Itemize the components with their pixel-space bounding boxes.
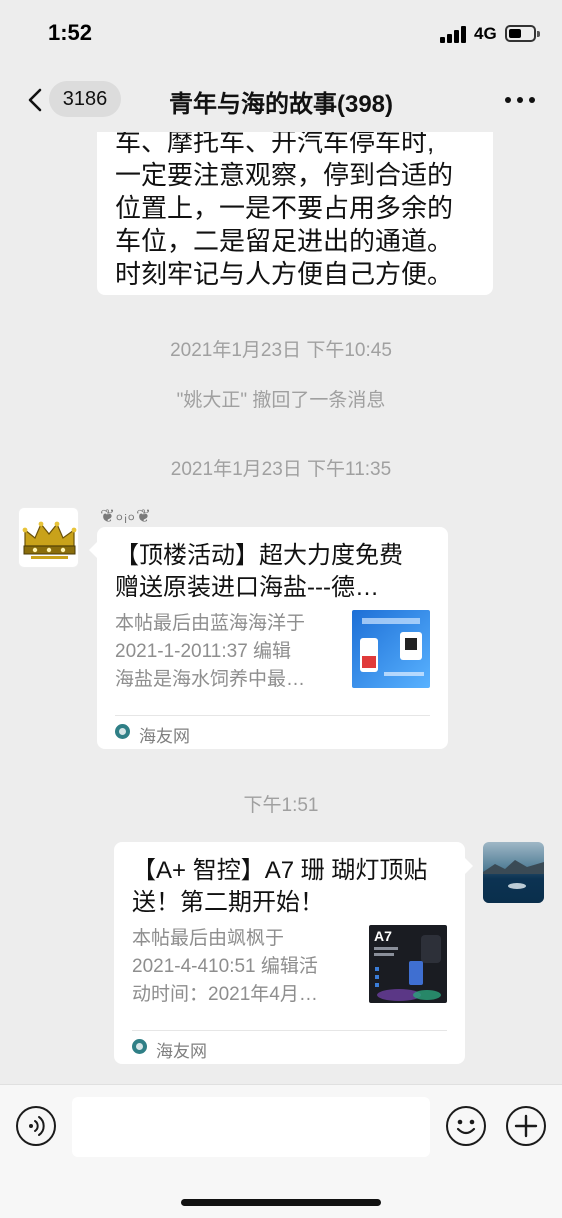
signal-icon bbox=[440, 25, 468, 43]
card-description: 动时间：2021年4月… bbox=[132, 984, 318, 1005]
emoji-icon[interactable] bbox=[446, 1106, 486, 1146]
message-input[interactable] bbox=[72, 1097, 430, 1157]
card-description: 本帖最后由蓝海海洋于 bbox=[115, 613, 306, 634]
voice-icon[interactable] bbox=[16, 1106, 56, 1146]
text-message-bubble[interactable]: 车、摩托车、开汽车停车时, 一定要注意观察，停到合适的 位置上，一是不要占用多余… bbox=[97, 132, 493, 295]
chat-message-list[interactable]: 车、摩托车、开汽车停车时, 一定要注意观察，停到合适的 位置上，一是不要占用多余… bbox=[0, 132, 562, 1084]
message-line: 一定要注意观察，停到合适的 bbox=[115, 160, 454, 190]
chat-title: 青年与海的故事(398) bbox=[168, 91, 394, 118]
timestamp: 2021年1月23日 下午10:45 bbox=[170, 340, 392, 361]
card-thumbnail bbox=[352, 610, 430, 688]
card-divider bbox=[132, 1030, 447, 1031]
card-title: 赠送原装进口海盐---德… bbox=[115, 574, 379, 601]
source-logo-icon bbox=[115, 724, 130, 739]
status-bar: 1:52 4G bbox=[0, 0, 562, 66]
timestamp: 下午1:51 bbox=[243, 795, 319, 816]
card-divider bbox=[115, 715, 430, 716]
bubble-tail bbox=[464, 857, 473, 875]
unread-count-badge[interactable]: 3186 bbox=[49, 81, 121, 117]
card-title: 【A+ 智控】A7 珊 瑚灯顶贴 bbox=[132, 857, 428, 884]
nav-bar: 3186 青年与海的故事(398) bbox=[0, 66, 562, 132]
card-description: 海盐是海水饲养中最… bbox=[115, 669, 306, 690]
more-dots-icon[interactable] bbox=[505, 97, 535, 103]
card-description: 2021-4-410:51 编辑活 bbox=[132, 956, 318, 977]
card-source: 海友网 bbox=[139, 727, 190, 746]
input-bar bbox=[0, 1084, 562, 1218]
message-line: 时刻牢记与人方便自己方便。 bbox=[115, 259, 454, 289]
message-line: 车、摩托车、开汽车停车时, bbox=[115, 132, 435, 157]
own-avatar[interactable] bbox=[483, 842, 544, 903]
status-time: 1:52 bbox=[48, 20, 93, 45]
link-card[interactable]: 【顶楼活动】超大力度免费 赠送原装进口海盐---德… 本帖最后由蓝海海洋于 20… bbox=[97, 527, 448, 749]
card-title: 【顶楼活动】超大力度免费 bbox=[115, 542, 403, 569]
home-indicator bbox=[181, 1199, 381, 1206]
card-description: 本帖最后由飒枫于 bbox=[132, 928, 285, 949]
card-source: 海友网 bbox=[156, 1042, 207, 1061]
plus-icon[interactable] bbox=[506, 1106, 546, 1146]
message-line: 车位，二是留足进出的通道。 bbox=[115, 226, 454, 256]
battery-icon bbox=[505, 25, 540, 42]
sender-avatar[interactable] bbox=[18, 507, 79, 568]
back-chevron-icon[interactable] bbox=[26, 88, 46, 112]
network-label: 4G bbox=[474, 24, 497, 43]
crown-icon bbox=[22, 521, 77, 559]
card-description: 2021-1-2011:37 编辑 bbox=[115, 641, 292, 662]
card-thumbnail: A7 bbox=[369, 925, 447, 1003]
timestamp: 2021年1月23日 下午11:35 bbox=[170, 459, 392, 480]
link-card[interactable]: 【A+ 智控】A7 珊 瑚灯顶贴 送！第二期开始！ 本帖最后由飒枫于 2021-… bbox=[114, 842, 465, 1064]
card-title: 送！第二期开始！ bbox=[132, 889, 324, 916]
recall-notice: "姚大正" 撤回了一条消息 bbox=[176, 390, 386, 411]
message-line: 位置上，一是不要占用多余的 bbox=[115, 193, 454, 223]
source-logo-icon bbox=[132, 1039, 147, 1054]
